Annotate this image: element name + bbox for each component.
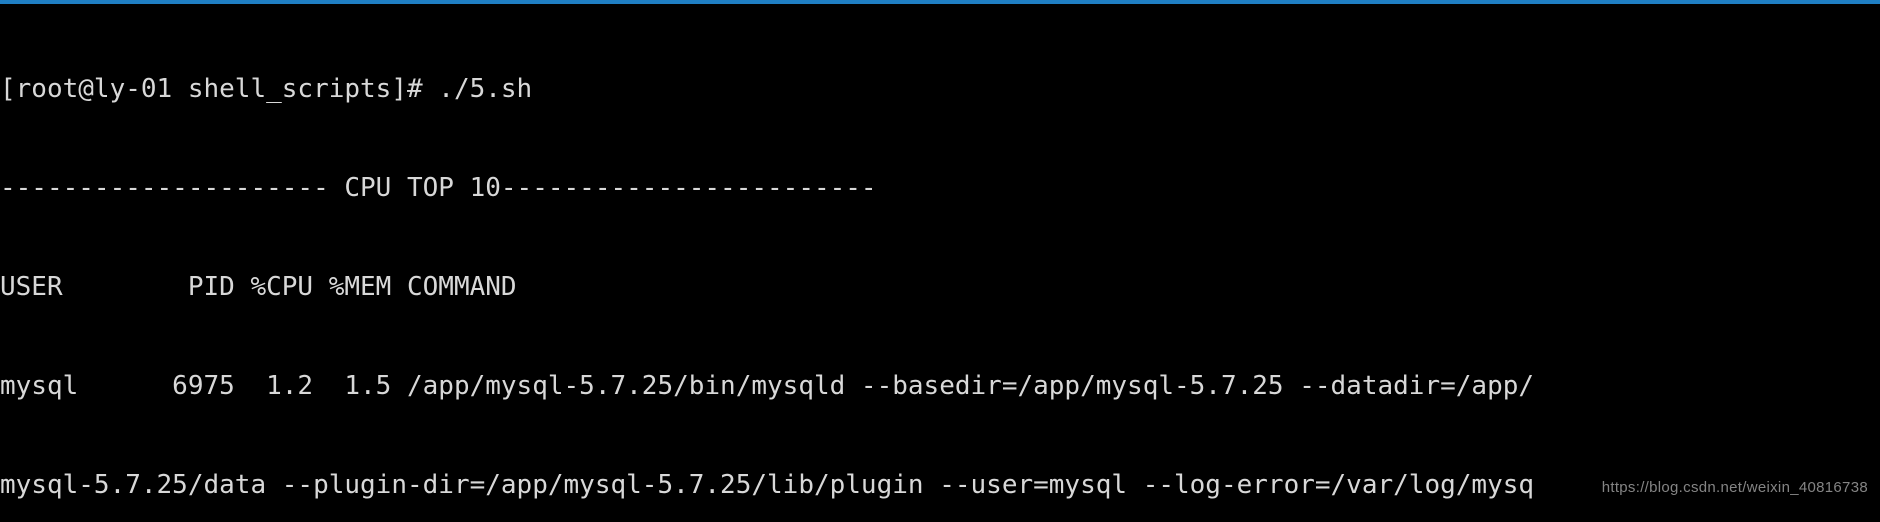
table-header-line: USER PID %CPU %MEM COMMAND [0, 272, 517, 302]
prompt-line: [root@ly-01 shell_scripts]# ./5.sh [0, 74, 533, 104]
table-row: mysql 6975 1.2 1.5 /app/mysql-5.7.25/bin… [0, 371, 1535, 401]
section-header-line: --------------------- CPU TOP 10--------… [0, 173, 877, 203]
watermark: https://blog.csdn.net/weixin_40816738 [1601, 479, 1868, 496]
table-row-wrap: mysql-5.7.25/data --plugin-dir=/app/mysq… [0, 470, 1535, 500]
terminal-output[interactable]: [root@ly-01 shell_scripts]# ./5.sh -----… [0, 4, 1880, 522]
terminal-window[interactable]: [root@ly-01 shell_scripts]# ./5.sh -----… [0, 0, 1880, 522]
